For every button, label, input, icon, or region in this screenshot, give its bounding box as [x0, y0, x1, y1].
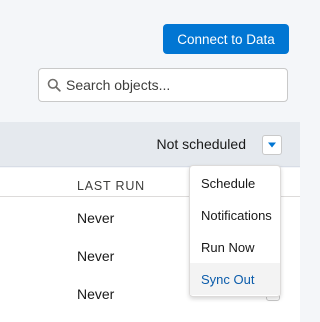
- chevron-down-icon: [268, 142, 276, 148]
- menu-item-run-now[interactable]: Run Now: [190, 231, 280, 263]
- column-header-last-run[interactable]: LAST RUN: [77, 179, 145, 193]
- table-cell-last-run: Never: [77, 286, 115, 302]
- search-box[interactable]: [38, 68, 288, 102]
- search-icon: [47, 78, 61, 92]
- connect-to-data-button[interactable]: Connect to Data: [163, 24, 289, 54]
- schedule-status-text: Not scheduled: [156, 136, 246, 152]
- search-input[interactable]: [66, 77, 266, 93]
- toolbar-area: [0, 0, 300, 122]
- menu-item-notifications[interactable]: Notifications: [190, 199, 280, 231]
- row-actions-dropdown-button[interactable]: [262, 135, 282, 155]
- table-cell-last-run: Never: [77, 210, 115, 226]
- row-actions-menu: Schedule Notifications Run Now Sync Out: [189, 165, 281, 297]
- schedule-status-bar: Not scheduled: [0, 122, 300, 167]
- menu-item-schedule[interactable]: Schedule: [190, 167, 280, 199]
- table-cell-last-run: Never: [77, 248, 115, 264]
- menu-item-sync-out[interactable]: Sync Out: [190, 263, 280, 295]
